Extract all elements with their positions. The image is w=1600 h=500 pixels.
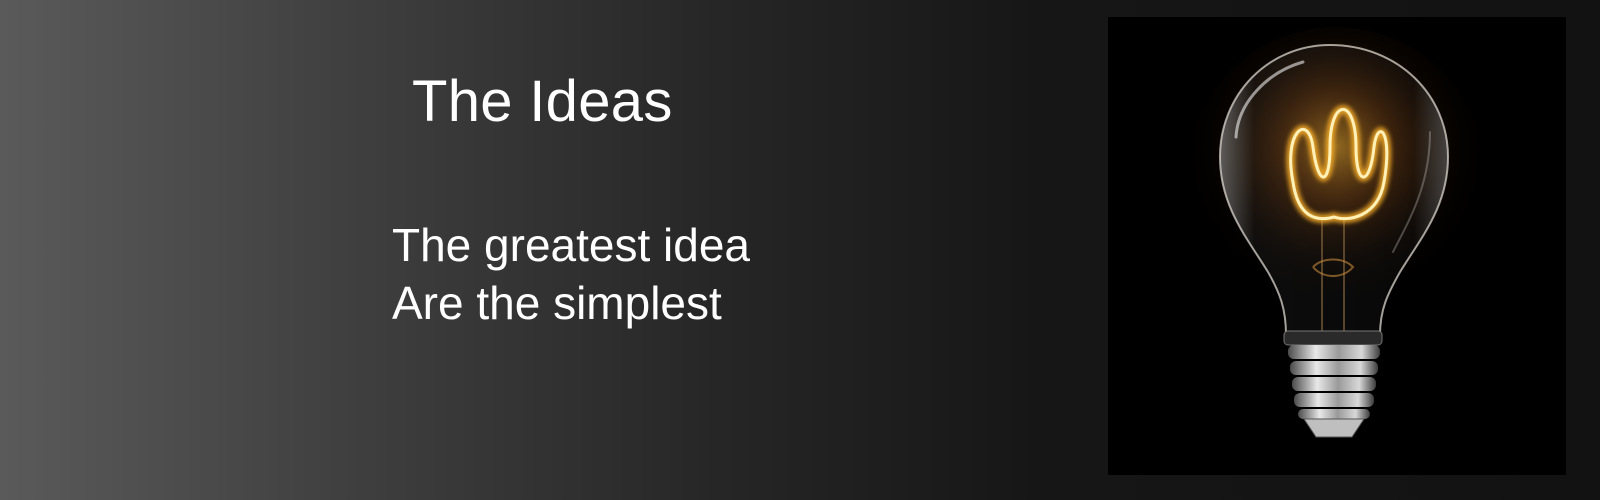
banner-tagline: The greatest idea Are the simplest	[392, 216, 750, 332]
tagline-line-2: Are the simplest	[392, 277, 722, 329]
banner-title: The Ideas	[412, 69, 673, 134]
banner: The Ideas The greatest idea Are the simp…	[0, 0, 1600, 500]
light-bulb-icon	[1186, 27, 1486, 438]
tagline-line-1: The greatest idea	[392, 219, 751, 271]
light-bulb-image	[1108, 17, 1566, 475]
